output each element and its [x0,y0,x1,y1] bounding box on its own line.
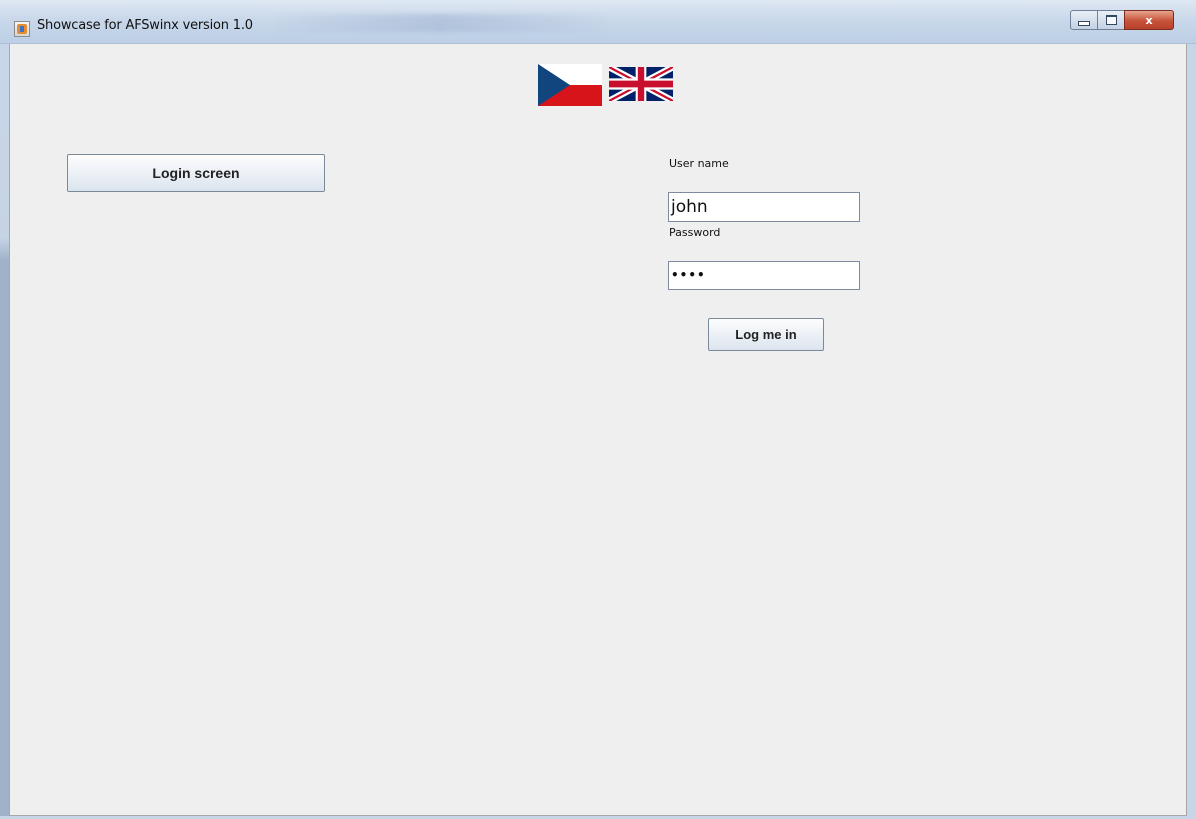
title-bar[interactable]: Showcase for AFSwinx version 1.0 x [0,0,1196,44]
minimize-icon [1078,20,1090,26]
username-field[interactable]: john [668,192,860,222]
titlebar-background-blur [270,14,610,32]
window-frame-right [1187,44,1196,819]
uk-flag-icon[interactable] [609,67,673,101]
login-screen-button-label: Login screen [152,165,240,181]
maximize-icon [1105,15,1117,25]
username-label: User name [669,157,729,170]
log-me-in-button[interactable]: Log me in [708,318,824,351]
close-icon: x [1145,13,1153,27]
password-masked-value: •••• [671,268,706,282]
maximize-button[interactable] [1097,10,1125,30]
application-window: Showcase for AFSwinx version 1.0 x Login… [0,0,1196,819]
window-title: Showcase for AFSwinx version 1.0 [37,18,253,33]
log-me-in-button-label: Log me in [735,327,797,342]
login-screen-button[interactable]: Login screen [67,154,325,192]
minimize-button[interactable] [1070,10,1098,30]
password-label: Password [669,226,721,239]
username-value: john [671,197,708,217]
window-frame-left [0,44,9,819]
czech-flag-icon[interactable] [538,64,602,106]
password-field[interactable]: •••• [668,261,860,290]
java-app-icon[interactable] [14,21,30,37]
close-button[interactable]: x [1124,10,1174,30]
